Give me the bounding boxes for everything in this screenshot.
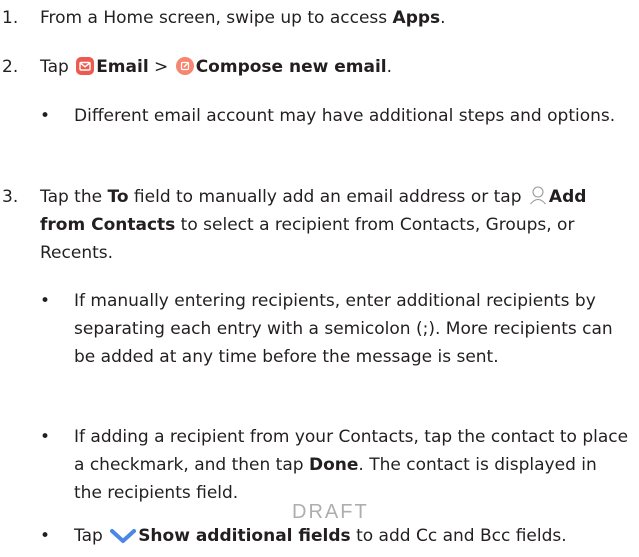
- separator: >: [148, 57, 174, 77]
- compose-label: Compose new email: [195, 57, 387, 77]
- text-run: field to manually add an email address o…: [128, 187, 527, 207]
- bullet-text: If manually entering recipients, enter a…: [74, 291, 613, 367]
- text-run: to add Cc and Bcc fields.: [350, 526, 567, 546]
- text-run: .: [440, 8, 446, 28]
- to-field-label: To: [107, 187, 129, 207]
- bullet-dot: •: [40, 106, 51, 126]
- step-number: 2.: [2, 57, 19, 77]
- compose-icon: [175, 56, 194, 75]
- step-number: 3.: [2, 187, 19, 207]
- done-label: Done: [308, 455, 359, 475]
- text-run: .: [386, 57, 393, 77]
- text-run: From a Home screen, swipe up to access: [40, 8, 393, 28]
- bullet-text: Tap Show additional fields to add Cc and…: [74, 522, 630, 550]
- bullet-text: If adding a recipient from your Contacts…: [74, 423, 630, 507]
- text-run: Tap: [40, 57, 75, 77]
- apps-label: Apps: [392, 8, 441, 28]
- email-label: Email: [96, 57, 149, 77]
- text-run: Tap: [74, 526, 109, 546]
- show-additional-fields-label: Show additional fields: [138, 526, 351, 546]
- bullet-dot: •: [40, 526, 51, 546]
- step-number: 1.: [2, 8, 19, 28]
- bullet-text: Different email account may have additio…: [74, 106, 616, 126]
- chevron-down-icon: [110, 525, 137, 543]
- email-icon: [76, 56, 95, 75]
- bullet-dot: •: [40, 427, 51, 447]
- step-text: Tap Email > Compose new email.: [40, 53, 631, 81]
- step-text: Tap the To field to manually add an emai…: [40, 183, 631, 267]
- bullet-dot: •: [40, 291, 51, 311]
- step-text: From a Home screen, swipe up to access A…: [40, 4, 631, 32]
- text-run: Tap the: [40, 187, 108, 207]
- contacts-icon: [529, 185, 547, 205]
